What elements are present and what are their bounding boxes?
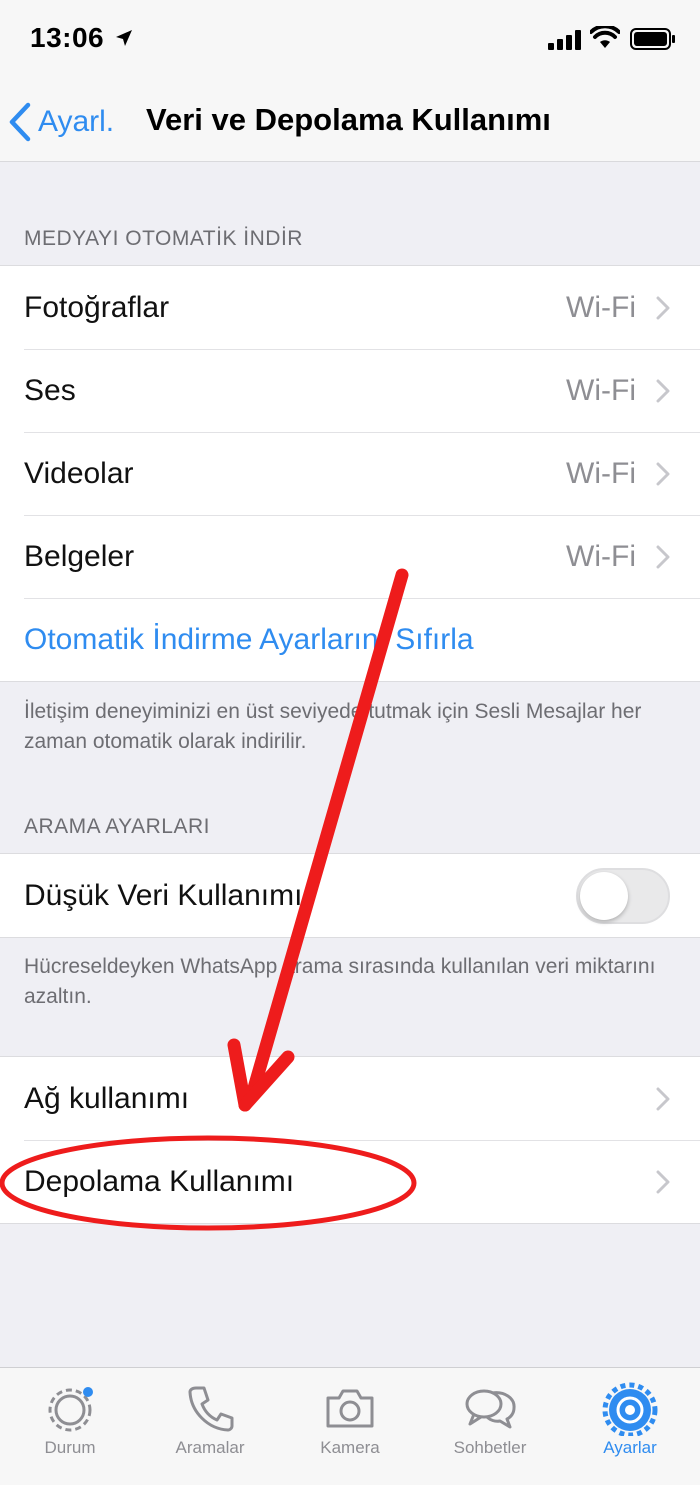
chevron-right-icon bbox=[656, 1087, 670, 1110]
audio-row[interactable]: Ses Wi-Fi bbox=[0, 349, 700, 432]
documents-value: Wi-Fi bbox=[566, 539, 636, 573]
toggle-knob bbox=[580, 871, 628, 920]
photos-row[interactable]: Fotoğraflar Wi-Fi bbox=[0, 266, 700, 349]
media-section-footer: İletişim deneyiminizi en üst seviyede tu… bbox=[24, 700, 642, 753]
videos-label: Videolar bbox=[24, 456, 134, 490]
battery-icon bbox=[630, 28, 675, 50]
network-usage-row[interactable]: Ağ kullanımı bbox=[0, 1057, 700, 1140]
navigation-bar: Ayarl. Veri ve Depolama Kullanımı bbox=[0, 80, 700, 162]
tab-status-label: Durum bbox=[44, 1438, 96, 1457]
gear-icon bbox=[602, 1382, 658, 1436]
tab-calls-label: Aramalar bbox=[175, 1438, 245, 1457]
tab-chats[interactable]: Sohbetler bbox=[420, 1368, 560, 1485]
videos-value: Wi-Fi bbox=[566, 456, 636, 490]
storage-usage-row[interactable]: Depolama Kullanımı bbox=[0, 1140, 700, 1223]
call-settings-group: Düşük Veri Kullanımı bbox=[0, 853, 700, 938]
chevron-right-icon bbox=[656, 545, 670, 568]
location-arrow-icon bbox=[116, 30, 132, 46]
tab-camera[interactable]: Kamera bbox=[280, 1368, 420, 1485]
documents-label: Belgeler bbox=[24, 539, 135, 573]
storage-usage-label: Depolama Kullanımı bbox=[24, 1164, 295, 1198]
media-section-header: MEDYAYI OTOMATİK İNDİR bbox=[24, 227, 303, 250]
documents-row[interactable]: Belgeler Wi-Fi bbox=[0, 515, 700, 598]
audio-label: Ses bbox=[24, 373, 76, 407]
back-button[interactable]: Ayarl. bbox=[8, 100, 114, 144]
wifi-icon bbox=[590, 26, 620, 48]
signal-icon bbox=[548, 30, 581, 50]
chevron-right-icon bbox=[656, 296, 670, 319]
page-title: Veri ve Depolama Kullanımı bbox=[146, 102, 551, 137]
camera-icon bbox=[326, 1389, 374, 1428]
back-label: Ayarl. bbox=[38, 105, 115, 138]
call-section-header: ARAMA AYARLARI bbox=[24, 815, 210, 838]
tab-camera-label: Kamera bbox=[320, 1438, 380, 1457]
low-data-usage-toggle[interactable] bbox=[576, 867, 670, 924]
reset-auto-download-label: Otomatik İndirme Ayarlarını Sıfırla bbox=[24, 622, 474, 656]
chevron-right-icon bbox=[656, 1170, 670, 1193]
status-bar: 13:06 bbox=[0, 0, 700, 80]
media-download-group: Fotoğraflar Wi-Fi Ses Wi-Fi Videolar Wi-… bbox=[0, 265, 700, 682]
reset-auto-download-button[interactable]: Otomatik İndirme Ayarlarını Sıfırla bbox=[0, 598, 700, 681]
status-icon bbox=[48, 1387, 93, 1432]
tab-bar: Durum Aramalar Kamera Sohbetler Ayarlar bbox=[0, 1367, 700, 1485]
photos-label: Fotoğraflar bbox=[24, 290, 170, 324]
tab-calls[interactable]: Aramalar bbox=[140, 1368, 280, 1485]
tab-chats-label: Sohbetler bbox=[453, 1438, 527, 1457]
low-data-usage-label: Düşük Veri Kullanımı bbox=[24, 878, 303, 912]
chevron-right-icon bbox=[656, 462, 670, 485]
status-time: 13:06 bbox=[30, 22, 105, 53]
tab-settings[interactable]: Ayarlar bbox=[560, 1368, 700, 1485]
low-data-usage-row: Düşük Veri Kullanımı bbox=[0, 854, 700, 937]
chevron-right-icon bbox=[656, 379, 670, 402]
videos-row[interactable]: Videolar Wi-Fi bbox=[0, 432, 700, 515]
network-usage-label: Ağ kullanımı bbox=[24, 1081, 190, 1115]
chats-icon bbox=[465, 1389, 516, 1429]
chevron-left-icon bbox=[9, 102, 31, 142]
audio-value: Wi-Fi bbox=[566, 373, 636, 407]
call-section-footer: Hücreseldeyken WhatsApp arama sırasında … bbox=[24, 955, 656, 1008]
phone-icon bbox=[188, 1386, 234, 1432]
usage-group: Ağ kullanımı Depolama Kullanımı bbox=[0, 1056, 700, 1224]
tab-settings-label: Ayarlar bbox=[603, 1438, 657, 1457]
photos-value: Wi-Fi bbox=[566, 290, 636, 324]
tab-status[interactable]: Durum bbox=[0, 1368, 140, 1485]
